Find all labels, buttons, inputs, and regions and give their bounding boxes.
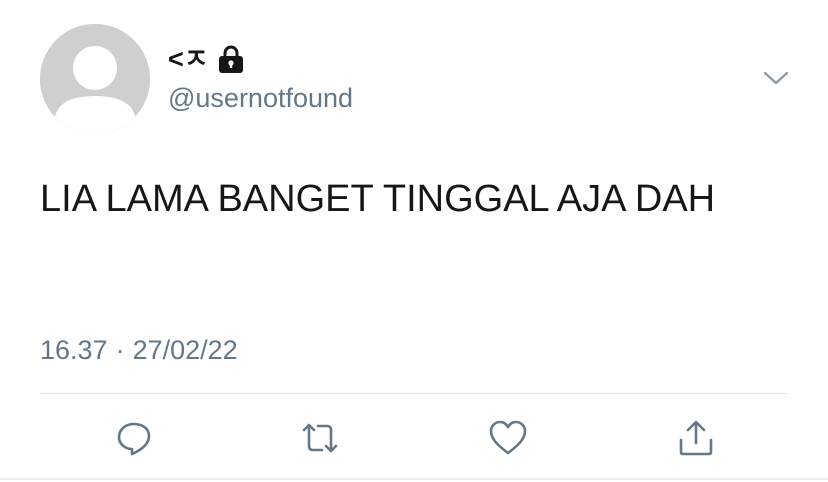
divider	[40, 393, 788, 394]
lock-icon	[217, 44, 245, 74]
reply-icon	[117, 422, 151, 456]
user-handle[interactable]: @usernotfound	[168, 80, 353, 116]
timestamp-separator: ·	[115, 335, 125, 365]
bottom-border	[0, 478, 828, 480]
display-name-text: <ㅈ	[168, 44, 209, 74]
tweet-time: 16.37	[40, 335, 108, 365]
retweet-icon	[302, 423, 338, 453]
action-bar	[0, 416, 828, 460]
reply-button[interactable]	[112, 416, 156, 460]
share-icon	[679, 420, 713, 456]
chevron-down-icon	[763, 71, 789, 85]
display-name[interactable]: <ㅈ	[168, 42, 245, 76]
timestamp[interactable]: 16.37 · 27/02/22	[40, 332, 238, 368]
avatar[interactable]	[40, 24, 150, 134]
retweet-button[interactable]	[298, 416, 342, 460]
default-avatar-icon	[40, 24, 150, 134]
tweet-text: LIA LAMA BANGET TINGGAL AJA DAH	[40, 178, 716, 220]
share-button[interactable]	[674, 416, 718, 460]
more-options-button[interactable]	[760, 64, 792, 92]
heart-icon	[489, 420, 527, 455]
like-button[interactable]	[486, 416, 530, 460]
tweet-date: 27/02/22	[132, 335, 238, 365]
